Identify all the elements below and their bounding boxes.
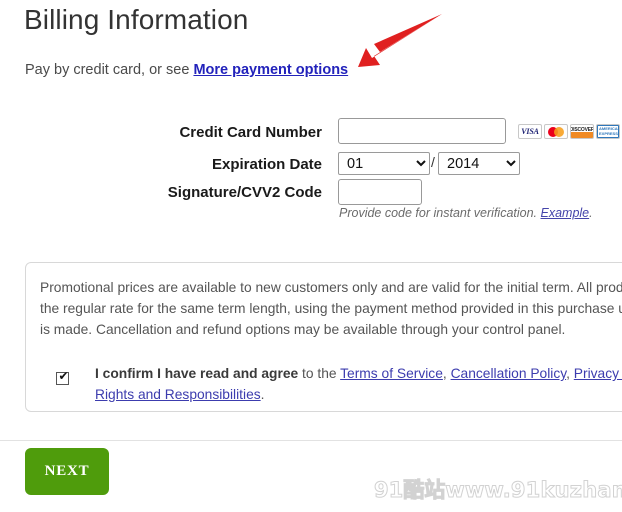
watermark-cn: 91酷站 xyxy=(373,478,446,503)
expiration-month-select[interactable]: 01 xyxy=(338,152,430,175)
mastercard-orange-circle xyxy=(554,127,564,138)
agreement-text: I confirm I have read and agree to the T… xyxy=(95,363,622,405)
discover-logo: DISCOVER xyxy=(570,124,594,139)
credit-card-number-input[interactable] xyxy=(338,118,506,144)
expiration-separator: / xyxy=(431,154,435,170)
cvv-hint-suffix: . xyxy=(589,206,593,220)
agreement-sep-2: , xyxy=(566,366,574,381)
cvv-hint-text: Provide code for instant verification. xyxy=(339,206,541,220)
next-button[interactable]: NEXT xyxy=(25,448,109,495)
visa-logo: VISA xyxy=(518,124,542,139)
accepted-card-logos: VISA DISCOVER AMERICAN EXPRESS xyxy=(518,124,620,139)
more-payment-options-link[interactable]: More payment options xyxy=(193,62,348,78)
privacy-policy-link[interactable]: Privacy Policy xyxy=(574,366,622,381)
cvv-code-input[interactable] xyxy=(338,179,422,205)
amex-logo-label: AMERICAN EXPRESS xyxy=(598,126,620,137)
label-cvv-code: Signature/CVV2 Code xyxy=(167,184,322,201)
mastercard-logo xyxy=(544,124,568,139)
agreement-sep-1: , xyxy=(442,366,451,381)
subline-text: Pay by credit card, or see xyxy=(25,62,194,78)
promotional-terms-text: Promotional prices are available to new … xyxy=(40,280,622,337)
cancellation-policy-link[interactable]: Cancellation Policy xyxy=(451,366,567,381)
form-row-expiration-date: Expiration Date 01 / 2014 xyxy=(0,151,622,179)
amex-logo: AMERICAN EXPRESS xyxy=(596,124,620,139)
agreement-checkbox[interactable] xyxy=(56,370,70,385)
agreement-mid: to the xyxy=(298,366,341,381)
form-row-cvv-code: Signature/CVV2 Code xyxy=(0,179,622,207)
promotional-terms-panel: Promotional prices are available to new … xyxy=(25,262,622,412)
discover-logo-label: DISCOVER xyxy=(570,127,594,133)
label-credit-card-number: Credit Card Number xyxy=(179,124,322,141)
footer-divider xyxy=(0,440,622,441)
cvv-example-link[interactable]: Example xyxy=(541,206,590,220)
billing-page: Billing Information Pay by credit card, … xyxy=(0,0,622,512)
agreement-period: . xyxy=(260,387,265,402)
expiration-year-select[interactable]: 2014 xyxy=(438,152,520,175)
red-arrow-annotation xyxy=(358,14,442,67)
watermark-url: www.91kuzhan.com xyxy=(445,478,622,503)
page-title: Billing Information xyxy=(24,4,249,35)
label-expiration-date: Expiration Date xyxy=(211,156,322,173)
site-watermark: 91酷站www.91kuzhan.com xyxy=(373,474,622,504)
payment-subline: Pay by credit card, or see More payment … xyxy=(25,62,348,78)
visa-logo-label: VISA xyxy=(521,127,539,136)
agreement-row: I confirm I have read and agree to the T… xyxy=(56,363,622,405)
agreement-bold-lead: I confirm I have read and agree xyxy=(95,366,299,381)
terms-of-service-link[interactable]: Terms of Service xyxy=(340,366,443,381)
cvv-hint: Provide code for instant verification. E… xyxy=(339,206,593,220)
